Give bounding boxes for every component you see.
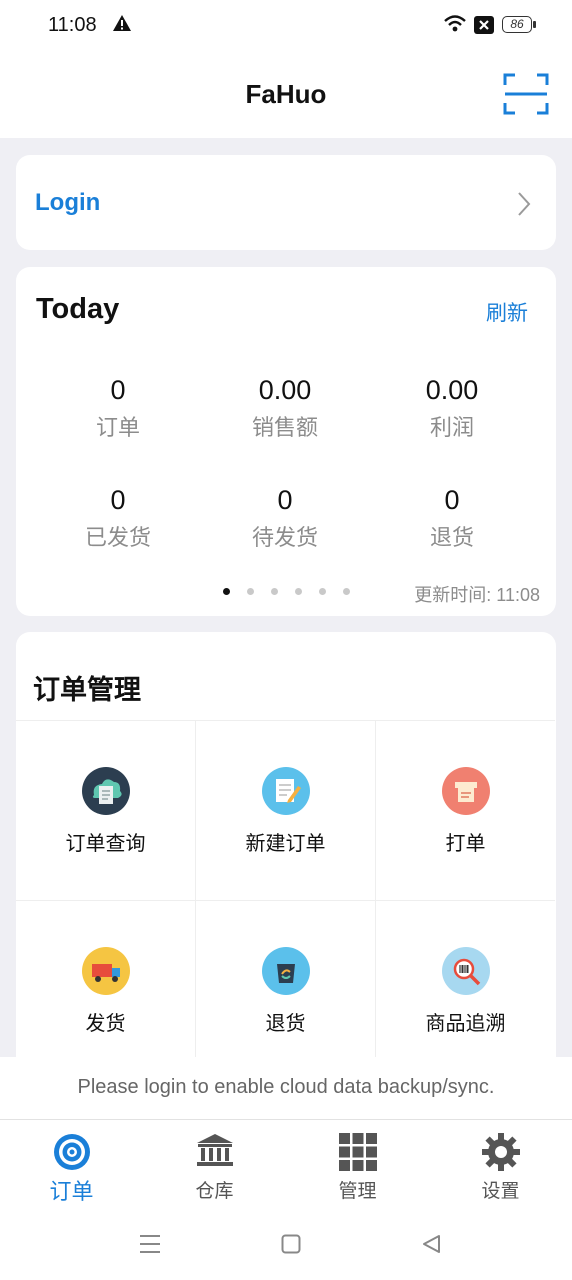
back-icon[interactable] [421, 1234, 441, 1254]
status-bar: 11:08 86 [0, 0, 572, 52]
battery-icon: 86 [502, 16, 532, 33]
stat-label: 退货 [429, 525, 474, 550]
ship-button[interactable]: 发货 [16, 900, 195, 1080]
tab-label: 订单 [49, 1179, 94, 1204]
stat-label: 利润 [429, 415, 474, 440]
tab-warehouse[interactable]: 仓库 [143, 1120, 286, 1208]
app-title: FaHuo [245, 79, 327, 109]
gear-icon [481, 1133, 520, 1171]
scan-icon[interactable] [502, 72, 550, 116]
stat-profit: 0.00 利润 [362, 375, 542, 442]
bag-return-icon [262, 947, 310, 995]
tab-settings[interactable]: 设置 [429, 1120, 572, 1208]
print-order-button[interactable]: 打单 [375, 720, 555, 900]
stat-sales: 0.00 销售额 [195, 375, 375, 442]
magnify-barcode-icon [442, 947, 490, 995]
stat-value: 0.00 [258, 375, 312, 405]
notepad-pencil-icon [262, 767, 310, 815]
grid-label: 打单 [445, 833, 486, 855]
menu-icon[interactable] [139, 1234, 161, 1254]
page-dot[interactable] [319, 588, 326, 595]
grid-label: 商品追溯 [425, 1013, 506, 1035]
stat-label: 待发货 [251, 525, 318, 550]
grid-label: 新建订单 [245, 833, 326, 855]
bottom-tab-bar: 订单 仓库 管理 设置 [0, 1120, 572, 1208]
wifi-icon [444, 15, 466, 32]
stat-returns: 0 退货 [362, 485, 542, 552]
page-dot[interactable] [343, 588, 350, 595]
login-card[interactable]: Login [16, 155, 556, 250]
order-management-card: 订单管理 订单查询 新建订单 打单 发货 退货 商品追溯 [16, 632, 556, 1092]
printer-icon [442, 767, 490, 815]
tab-orders[interactable]: 订单 [0, 1120, 143, 1208]
stat-value: 0 [444, 485, 460, 515]
updated-time: 更新时间: 11:08 [414, 585, 540, 605]
product-trace-button[interactable]: 商品追溯 [375, 900, 555, 1080]
login-notice: Please login to enable cloud data backup… [0, 1057, 572, 1120]
new-order-button[interactable]: 新建订单 [195, 720, 375, 900]
section-title: 订单管理 [33, 675, 141, 705]
return-button[interactable]: 退货 [195, 900, 375, 1080]
stat-label: 订单 [95, 415, 140, 440]
warning-icon [113, 15, 131, 31]
grid-icon [338, 1133, 377, 1171]
page-dot[interactable] [295, 588, 302, 595]
today-card: Today 刷新 0 订单 0.00 销售额 0.00 利润 0 已发货 0 待… [16, 267, 556, 616]
grid-label: 退货 [265, 1013, 306, 1035]
stat-value: 0 [110, 375, 126, 405]
stat-label: 已发货 [84, 525, 151, 550]
today-title: Today [36, 293, 120, 325]
login-notice-text: Please login to enable cloud data backup… [77, 1076, 495, 1098]
tab-label: 设置 [481, 1181, 520, 1202]
battery-tip [533, 21, 536, 28]
stat-value: 0.00 [425, 375, 479, 405]
home-icon[interactable] [281, 1234, 301, 1254]
status-time: 11:08 [48, 14, 97, 36]
page-dot-active[interactable] [223, 588, 230, 595]
page-dot[interactable] [271, 588, 278, 595]
target-icon [53, 1134, 90, 1170]
page-dot[interactable] [247, 588, 254, 595]
no-sim-icon [474, 16, 494, 34]
chevron-right-icon [518, 192, 531, 216]
grid-label: 发货 [85, 1013, 126, 1035]
system-nav-bar [0, 1208, 572, 1280]
refresh-button[interactable]: 刷新 [486, 297, 528, 327]
bank-icon [196, 1134, 233, 1166]
app-bar: FaHuo [0, 52, 572, 138]
login-label[interactable]: Login [35, 189, 100, 217]
stat-value: 0 [110, 485, 126, 515]
stat-value: 0 [277, 485, 293, 515]
order-query-button[interactable]: 订单查询 [16, 720, 195, 900]
tab-label: 管理 [338, 1181, 377, 1202]
tab-manage[interactable]: 管理 [286, 1120, 429, 1208]
stat-orders: 0 订单 [28, 375, 208, 442]
truck-icon [82, 947, 130, 995]
grid-label: 订单查询 [65, 833, 146, 855]
stat-shipped: 0 已发货 [28, 485, 208, 552]
stat-label: 销售额 [251, 415, 318, 440]
stat-pending: 0 待发货 [195, 485, 375, 552]
cloud-doc-icon [82, 767, 130, 815]
tab-label: 仓库 [195, 1181, 234, 1202]
